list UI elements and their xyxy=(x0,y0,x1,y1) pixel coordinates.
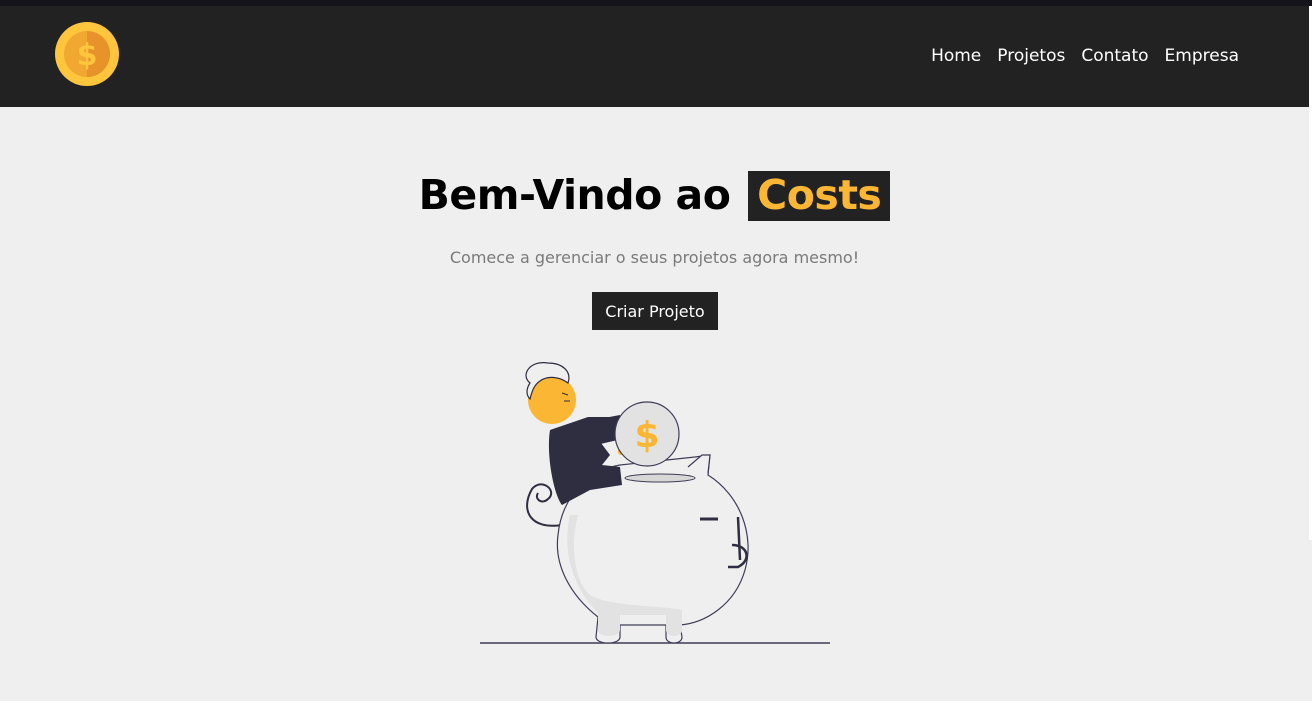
hero-subtitle: Comece a gerenciar o seus projetos agora… xyxy=(449,248,860,267)
svg-text:$: $ xyxy=(77,38,98,73)
title-brand: Costs xyxy=(748,171,891,221)
nav-link-home[interactable]: Home xyxy=(931,46,981,66)
navbar: $ Home Projetos Contato Empresa xyxy=(0,6,1309,107)
piggy-bank-savings-illustration: $ xyxy=(480,362,830,644)
svg-text:$: $ xyxy=(634,415,659,456)
create-project-button[interactable]: Criar Projeto xyxy=(592,292,718,330)
nav-link-empresa[interactable]: Empresa xyxy=(1165,46,1239,66)
title-prefix: Bem-Vindo ao xyxy=(418,171,731,219)
nav-menu: Home Projetos Contato Empresa xyxy=(931,46,1239,66)
page-title: Bem-Vindo ao Costs xyxy=(0,171,1309,221)
nav-link-projetos[interactable]: Projetos xyxy=(997,46,1065,66)
nav-link-contato[interactable]: Contato xyxy=(1081,46,1148,66)
coin-dollar-icon[interactable]: $ xyxy=(54,21,120,87)
